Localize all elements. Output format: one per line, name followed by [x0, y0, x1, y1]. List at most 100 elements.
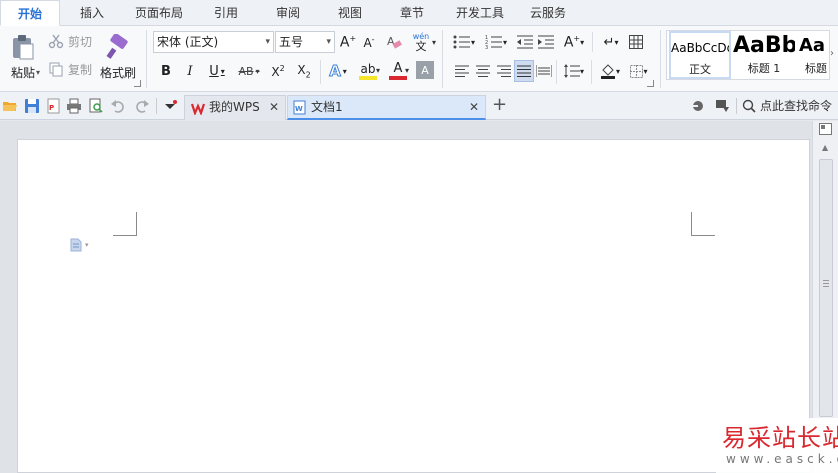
tab-references[interactable]: 引用	[200, 0, 252, 26]
font-size-select[interactable]: 五号 ▾	[275, 31, 335, 53]
chevron-down-icon[interactable]: ▾	[405, 66, 409, 75]
return-arrow-icon: ↵	[603, 34, 615, 50]
split-view-icon[interactable]	[819, 123, 832, 135]
superscript-button[interactable]: X2	[268, 60, 288, 82]
collaboration-icon[interactable]	[690, 98, 706, 114]
underline-button[interactable]: U ▾	[204, 60, 230, 82]
decrease-indent-button[interactable]	[516, 32, 534, 52]
align-center-button[interactable]	[475, 62, 491, 80]
tab-review[interactable]: 审阅	[262, 0, 314, 26]
undo-icon[interactable]	[110, 98, 126, 114]
scroll-up-icon[interactable]: ▲	[822, 143, 828, 152]
tab-chapter[interactable]: 章节	[386, 0, 438, 26]
doc-tab-document-1[interactable]: W 文档1 ✕	[287, 95, 486, 120]
new-tab-plus-icon[interactable]: +	[492, 94, 507, 116]
character-shading-button[interactable]: A	[416, 61, 434, 79]
copy-button[interactable]: 复制	[48, 58, 92, 80]
style-normal[interactable]: AaBbCcDd 正文	[669, 31, 731, 79]
clipboard-dialog-launcher[interactable]	[134, 80, 141, 87]
increase-indent-icon	[538, 35, 554, 49]
svg-text:3: 3	[485, 45, 488, 49]
print-icon[interactable]	[66, 98, 82, 114]
bullets-button[interactable]: ▾	[450, 32, 478, 52]
separator	[442, 30, 443, 88]
close-icon[interactable]: ✕	[469, 96, 479, 119]
format-painter-button[interactable]: 格式刷	[98, 30, 138, 84]
paste-label: 粘贴	[10, 65, 35, 80]
svg-text:P: P	[49, 104, 54, 112]
tab-page-layout[interactable]: 页面布局	[126, 0, 192, 26]
chevron-down-icon[interactable]: ▾	[432, 38, 436, 47]
change-case-button[interactable]: A+ ▾	[560, 32, 588, 52]
tab-home[interactable]: 开始	[0, 0, 60, 26]
numbering-button[interactable]: 1 2 3 ▾	[482, 32, 510, 52]
export-pdf-icon[interactable]: P	[46, 98, 62, 114]
chevron-down-icon: ▾	[470, 37, 475, 47]
print-preview-icon[interactable]	[88, 98, 104, 114]
shading-button[interactable]: ▾	[596, 60, 624, 82]
scrollbar-thumb[interactable]	[819, 159, 833, 417]
paragraph-options-button[interactable]: ▾	[70, 238, 89, 252]
cut-button[interactable]: 剪切	[48, 30, 92, 52]
share-icon[interactable]	[714, 98, 730, 114]
grip-line	[823, 286, 829, 287]
style-sample: AaBb	[733, 33, 795, 58]
border-icon	[630, 64, 644, 78]
style-name: 标题 1	[747, 62, 781, 75]
strikethrough-icon: AB	[238, 64, 254, 78]
tab-developer[interactable]: 开发工具	[448, 0, 512, 26]
subscript-icon: X2	[297, 62, 311, 80]
tab-view[interactable]: 视图	[324, 0, 376, 26]
copy-icon	[49, 62, 63, 77]
eraser-icon: A	[387, 35, 402, 49]
italic-button[interactable]: I	[180, 60, 200, 82]
bold-button[interactable]: B	[156, 60, 176, 82]
style-heading[interactable]: Aa 标题	[797, 31, 829, 79]
distributed-align-button[interactable]	[535, 62, 553, 80]
customize-toolbar-icon[interactable]	[162, 98, 178, 114]
text-effect-button[interactable]: A ▾	[324, 60, 352, 82]
justify-button[interactable]	[514, 60, 534, 82]
document-icon	[70, 238, 82, 252]
doc-tab-my-wps[interactable]: 我的WPS ✕	[184, 95, 286, 120]
open-folder-icon[interactable]	[2, 98, 18, 114]
line-spacing-button[interactable]: ▾	[560, 60, 588, 82]
cut-label: 剪切	[68, 34, 93, 49]
clear-format-button[interactable]: A	[384, 32, 404, 52]
tab-cloud-services[interactable]: 云服务	[520, 0, 576, 26]
style-heading-1[interactable]: AaBb 标题 1	[733, 31, 795, 79]
save-icon[interactable]	[24, 98, 40, 114]
font-color-icon: A	[393, 61, 403, 76]
separator	[556, 60, 557, 84]
superscript-icon: X2	[271, 63, 285, 79]
paste-dropdown-icon[interactable]: ▾	[36, 68, 40, 77]
format-painter-icon	[106, 33, 128, 59]
format-painter-label: 格式刷	[99, 65, 136, 80]
align-right-button[interactable]	[496, 62, 512, 80]
paste-icon	[13, 34, 34, 59]
shrink-font-button[interactable]: A-	[360, 32, 378, 52]
chevron-down-icon[interactable]: ▾	[376, 66, 380, 75]
subscript-button[interactable]: X2	[294, 60, 314, 82]
document-page[interactable]: ▾	[17, 139, 810, 473]
align-left-button[interactable]	[454, 62, 470, 80]
chevron-right-icon[interactable]: ›	[830, 48, 834, 59]
font-name-select[interactable]: 宋体 (正文) ▾	[153, 31, 274, 53]
borders-button[interactable]: ▾	[627, 60, 651, 82]
change-case-icon: A+	[563, 33, 581, 51]
shrink-font-icon: A-	[363, 34, 375, 50]
command-search[interactable]: 点此查找命令	[742, 92, 832, 120]
table-button[interactable]	[627, 32, 645, 52]
character-shading-icon: A	[421, 63, 429, 77]
strikethrough-button[interactable]: AB ▾	[234, 60, 264, 82]
paragraph-dialog-launcher[interactable]	[647, 80, 654, 87]
tab-insert[interactable]: 插入	[64, 0, 120, 26]
increase-indent-button[interactable]	[537, 32, 555, 52]
grow-font-button[interactable]: A+	[339, 32, 357, 52]
redo-icon[interactable]	[134, 98, 150, 114]
bullet-list-icon	[453, 35, 470, 49]
phonetic-guide-button[interactable]: wén 文	[409, 30, 433, 54]
bold-icon: B	[161, 63, 171, 79]
close-icon[interactable]: ✕	[269, 96, 279, 119]
paragraph-mark-button[interactable]: ↵ ▾	[598, 32, 624, 52]
